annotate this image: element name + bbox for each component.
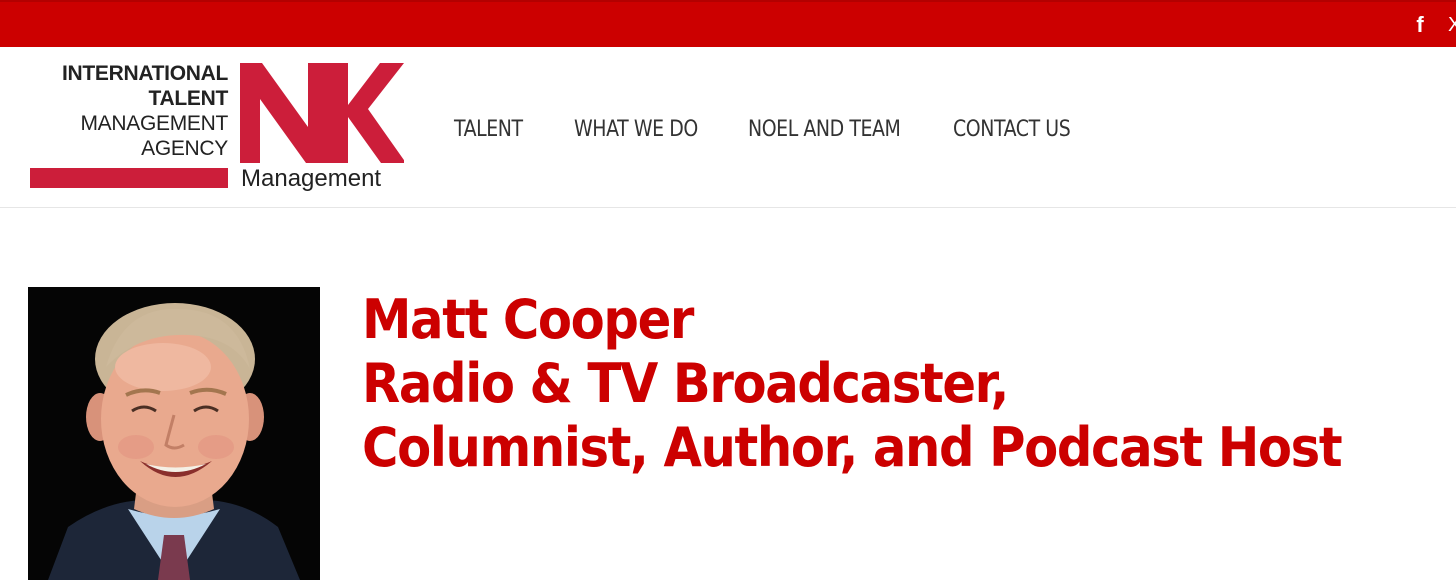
nav-noel-and-team[interactable]: NOEL AND TEAM xyxy=(748,117,901,147)
nav-talent[interactable]: TALENT xyxy=(454,117,523,147)
logo-line-talent: TALENT xyxy=(148,87,229,110)
portrait-image xyxy=(28,287,320,580)
logo-management-text: Management xyxy=(241,165,382,192)
site-header: INTERNATIONAL TALENT MANAGEMENT AGENCY N… xyxy=(0,47,1456,208)
profile-name: Matt Cooper xyxy=(362,288,694,351)
nav-contact-us[interactable]: CONTACT US xyxy=(953,117,1071,147)
profile-title: Matt Cooper Radio & TV Broadcaster, Colu… xyxy=(362,288,1422,480)
x-twitter-icon[interactable]: X xyxy=(1448,12,1456,38)
facebook-icon[interactable]: f xyxy=(1410,12,1430,38)
profile-photo xyxy=(28,287,320,580)
top-bar: f X xyxy=(0,0,1456,47)
logo-line-international: INTERNATIONAL xyxy=(61,62,228,85)
site-logo[interactable]: INTERNATIONAL TALENT MANAGEMENT AGENCY N… xyxy=(28,61,408,195)
logo-red-bar xyxy=(30,168,228,188)
logo-line-agency: AGENCY xyxy=(141,137,228,160)
profile-role-line-1: Radio & TV Broadcaster, xyxy=(362,352,1009,415)
logo-nk-mark: NK xyxy=(240,63,404,163)
logo-line-management: MANAGEMENT xyxy=(80,112,228,135)
nav-what-we-do[interactable]: WHAT WE DO xyxy=(574,117,698,147)
profile-role-line-2: Columnist, Author, and Podcast Host xyxy=(362,416,1343,479)
